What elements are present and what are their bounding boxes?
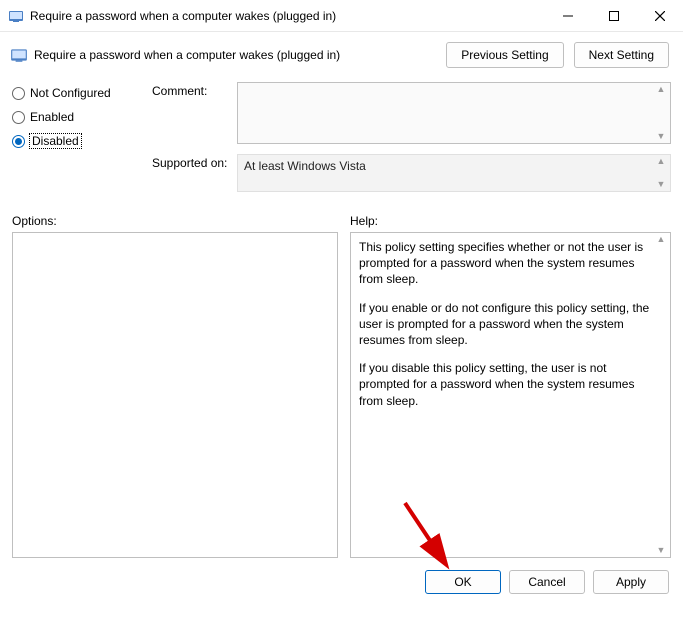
- scroll-up-icon[interactable]: ▲: [654, 235, 668, 244]
- comment-label: Comment:: [152, 82, 237, 144]
- policy-icon: [10, 46, 28, 64]
- options-label: Options:: [12, 214, 338, 228]
- help-text: If you enable or do not configure this p…: [359, 300, 650, 349]
- scroll-down-icon[interactable]: ▼: [654, 132, 668, 141]
- policy-icon: [8, 8, 24, 24]
- config-row: Not Configured Enabled Disabled Comment:…: [0, 74, 683, 202]
- supported-on-box: At least Windows Vista ▲ ▼: [237, 154, 671, 192]
- scroll-arrows: ▲ ▼: [654, 157, 668, 189]
- previous-setting-button[interactable]: Previous Setting: [446, 42, 563, 68]
- window-title: Require a password when a computer wakes…: [30, 9, 545, 23]
- radio-circle-icon: [12, 135, 25, 148]
- titlebar: Require a password when a computer wakes…: [0, 0, 683, 32]
- options-pane: [12, 232, 338, 558]
- ok-button[interactable]: OK: [425, 570, 501, 594]
- radio-disabled[interactable]: Disabled: [12, 134, 142, 148]
- minimize-button[interactable]: [545, 0, 591, 31]
- help-text: This policy setting specifies whether or…: [359, 239, 650, 288]
- policy-title: Require a password when a computer wakes…: [34, 48, 340, 62]
- radio-circle-icon: [12, 111, 25, 124]
- radio-label: Enabled: [30, 110, 74, 124]
- help-label: Help:: [350, 214, 378, 228]
- panes-labels: Options: Help:: [0, 202, 683, 232]
- scroll-arrows: ▲ ▼: [654, 235, 668, 555]
- cancel-button[interactable]: Cancel: [509, 570, 585, 594]
- state-radio-group: Not Configured Enabled Disabled: [12, 82, 142, 202]
- radio-label: Not Configured: [30, 86, 111, 100]
- window-controls: [545, 0, 683, 31]
- radio-enabled[interactable]: Enabled: [12, 110, 142, 124]
- scroll-down-icon[interactable]: ▼: [654, 180, 668, 189]
- header-row: Require a password when a computer wakes…: [0, 32, 683, 74]
- panes: This policy setting specifies whether or…: [0, 232, 683, 558]
- scroll-arrows: ▲ ▼: [654, 85, 668, 141]
- maximize-button[interactable]: [591, 0, 637, 31]
- scroll-down-icon[interactable]: ▼: [654, 546, 668, 555]
- apply-button[interactable]: Apply: [593, 570, 669, 594]
- comment-textarea[interactable]: ▲ ▼: [237, 82, 671, 144]
- radio-label: Disabled: [30, 134, 81, 148]
- radio-not-configured[interactable]: Not Configured: [12, 86, 142, 100]
- next-setting-button[interactable]: Next Setting: [574, 42, 669, 68]
- help-text: If you disable this policy setting, the …: [359, 360, 650, 409]
- supported-label: Supported on:: [152, 154, 237, 192]
- scroll-up-icon[interactable]: ▲: [654, 157, 668, 166]
- footer-buttons: OK Cancel Apply: [0, 558, 683, 594]
- scroll-up-icon[interactable]: ▲: [654, 85, 668, 94]
- supported-on-value: At least Windows Vista: [244, 159, 366, 173]
- radio-circle-icon: [12, 87, 25, 100]
- help-pane: This policy setting specifies whether or…: [350, 232, 671, 558]
- close-button[interactable]: [637, 0, 683, 31]
